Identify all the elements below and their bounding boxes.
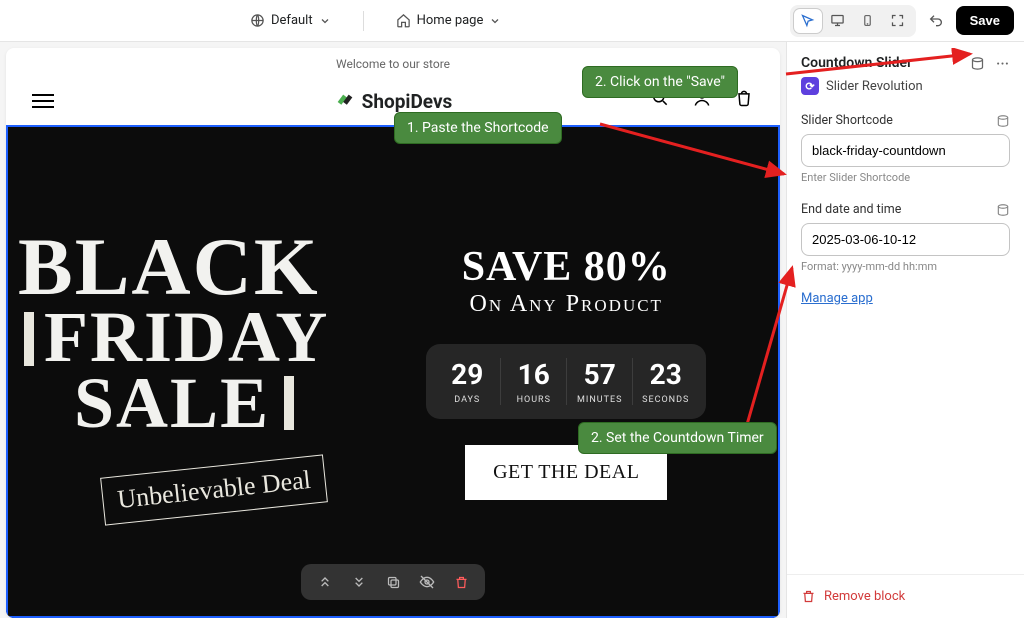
- template-selector[interactable]: Default: [240, 7, 341, 34]
- undo-button[interactable]: [922, 9, 950, 33]
- shortcode-helper: Enter Slider Shortcode: [801, 171, 1010, 184]
- annotation-3: 2. Set the Countdown Timer: [578, 422, 777, 454]
- annotation-2: 2. Click on the "Save": [582, 66, 738, 98]
- block-header: Countdown Slider: [801, 55, 1010, 71]
- storefront-preview: Welcome to our store ShopiDevs BLACK FRI…: [6, 48, 780, 618]
- globe-icon: [250, 13, 265, 28]
- page-label: Home page: [417, 13, 484, 28]
- deal-badge: Unbelievable Deal: [100, 455, 328, 526]
- headline-line3: SALE: [74, 370, 294, 436]
- manage-app-link[interactable]: Manage app: [801, 291, 873, 306]
- block-toolbar: [301, 564, 485, 600]
- move-down-button[interactable]: [349, 572, 369, 592]
- block-title: Countdown Slider: [801, 55, 912, 71]
- countdown-cell: 57MINUTES: [566, 358, 632, 405]
- more-icon[interactable]: [995, 56, 1010, 71]
- headline-line2: FRIDAY: [44, 304, 329, 370]
- app-source[interactable]: ⟳ Slider Revolution: [801, 77, 1010, 95]
- headline-line1: BLACK: [18, 229, 320, 304]
- mobile-icon: [861, 13, 874, 28]
- chevron-down-icon: [319, 15, 331, 27]
- annotation-1: 1. Paste the Shortcode: [394, 112, 562, 144]
- countdown-cell: 29DAYS: [434, 358, 500, 405]
- device-desktop[interactable]: [824, 9, 852, 33]
- countdown-slider-block[interactable]: BLACK FRIDAY SALE Unbelievable Deal SAVE…: [6, 125, 780, 618]
- field-label-enddate: End date and time: [801, 202, 1010, 217]
- device-switcher: [790, 5, 916, 37]
- app-badge-icon: ⟳: [801, 77, 819, 95]
- desktop-icon: [830, 13, 845, 28]
- editor-topbar: Default Home page Save: [0, 0, 1024, 42]
- template-label: Default: [271, 13, 313, 28]
- countdown-cell: 16HOURS: [500, 358, 566, 405]
- chevron-down-icon: [489, 15, 501, 27]
- countdown-timer: 29DAYS 16HOURS 57MINUTES 23SECONDS: [426, 344, 706, 419]
- field-label-shortcode: Slider Shortcode: [801, 113, 1010, 128]
- settings-sidebar: Countdown Slider ⟳ Slider Revolution Sli…: [786, 42, 1024, 618]
- enddate-input[interactable]: [801, 223, 1010, 256]
- inspector-button[interactable]: [794, 9, 822, 33]
- device-fullscreen[interactable]: [884, 9, 912, 33]
- breadcrumb-group: Default Home page: [240, 7, 511, 34]
- app-source-name: Slider Revolution: [826, 79, 923, 94]
- logo-text: ShopiDevs: [362, 90, 453, 113]
- remove-block-button[interactable]: Remove block: [801, 589, 1010, 604]
- move-up-button[interactable]: [315, 572, 335, 592]
- pointer-icon: [800, 13, 815, 28]
- separator: [363, 11, 364, 31]
- hide-button[interactable]: [417, 572, 437, 592]
- undo-icon: [928, 13, 944, 29]
- enddate-helper: Format: yyyy-mm-dd hh:mm: [801, 260, 1010, 273]
- store-logo[interactable]: ShopiDevs: [334, 90, 453, 113]
- connect-data-icon[interactable]: [970, 56, 985, 71]
- hero-headline-group: BLACK FRIDAY SALE Unbelievable Deal: [8, 127, 355, 616]
- countdown-cell: 23SECONDS: [632, 358, 698, 405]
- trash-icon: [801, 589, 816, 604]
- menu-button[interactable]: [32, 90, 54, 112]
- delete-button[interactable]: [451, 572, 471, 592]
- save-button[interactable]: Save: [956, 6, 1014, 35]
- preview-canvas: Welcome to our store ShopiDevs BLACK FRI…: [0, 42, 786, 618]
- home-icon: [396, 13, 411, 28]
- shortcode-input[interactable]: [801, 134, 1010, 167]
- logo-mark-icon: [334, 91, 356, 113]
- offer-text: SAVE 80% On Any Product: [462, 243, 671, 318]
- offer-line2: On Any Product: [462, 291, 671, 318]
- hero-offer-group: SAVE 80% On Any Product 29DAYS 16HOURS 5…: [355, 127, 779, 616]
- duplicate-button[interactable]: [383, 572, 403, 592]
- page-selector[interactable]: Home page: [386, 7, 512, 34]
- device-mobile[interactable]: [854, 9, 882, 33]
- dynamic-source-icon[interactable]: [996, 203, 1010, 217]
- remove-block-label: Remove block: [824, 589, 905, 604]
- offer-line1: SAVE 80%: [462, 243, 671, 291]
- dynamic-source-icon[interactable]: [996, 114, 1010, 128]
- topbar-actions: Save: [790, 5, 1014, 37]
- fullscreen-icon: [890, 13, 905, 28]
